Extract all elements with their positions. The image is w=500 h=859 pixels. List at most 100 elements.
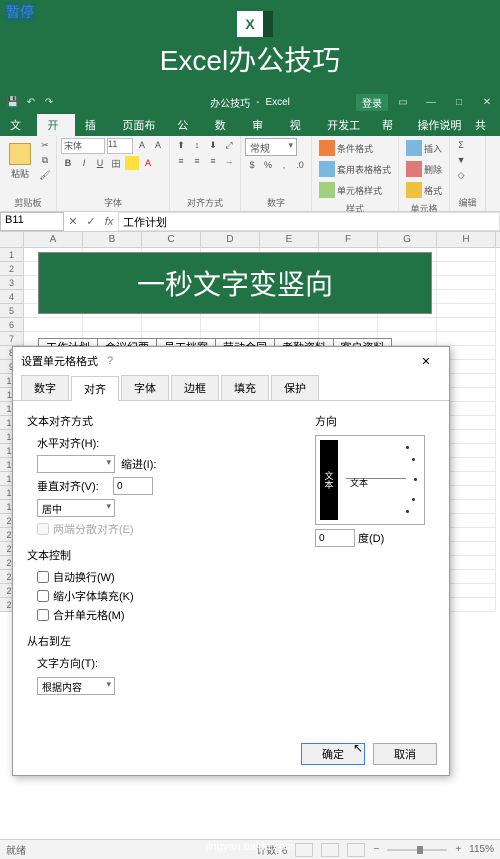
paste-button[interactable]: 粘贴 bbox=[4, 138, 36, 184]
row-header[interactable]: 1 bbox=[0, 248, 24, 262]
col-header[interactable]: B bbox=[83, 232, 142, 247]
col-header[interactable]: G bbox=[378, 232, 437, 247]
dlg-tab-number[interactable]: 数字 bbox=[21, 375, 69, 400]
table-format-button[interactable]: 套用表格格式 bbox=[316, 159, 394, 179]
row-header[interactable]: 6 bbox=[0, 318, 24, 332]
dialog-close-icon[interactable]: ✕ bbox=[411, 355, 441, 368]
col-header[interactable]: D bbox=[201, 232, 260, 247]
orientation-dial[interactable]: 文本 bbox=[344, 440, 420, 520]
number-format-select[interactable]: 常规 bbox=[245, 138, 297, 156]
align-right-icon[interactable]: ≡ bbox=[206, 154, 220, 168]
col-header[interactable]: F bbox=[319, 232, 378, 247]
align-center-icon[interactable]: ≡ bbox=[190, 154, 204, 168]
confirm-edit-icon[interactable]: ✓ bbox=[82, 212, 100, 231]
align-bottom-icon[interactable]: ⬇ bbox=[206, 138, 220, 152]
orientation-control[interactable]: 文本 文本 bbox=[315, 435, 425, 525]
col-header[interactable]: E bbox=[260, 232, 319, 247]
font-size-select[interactable]: 11 bbox=[107, 138, 133, 154]
dialog-titlebar[interactable]: 设置单元格格式 ? ✕ bbox=[13, 347, 449, 375]
align-top-icon[interactable]: ⬆ bbox=[174, 138, 188, 152]
cond-format-button[interactable]: 条件格式 bbox=[316, 138, 376, 158]
insert-cell-button[interactable]: 插入 bbox=[403, 138, 445, 158]
autosum-icon[interactable]: Σ bbox=[454, 138, 468, 152]
format-cell-button[interactable]: 格式 bbox=[403, 180, 445, 200]
close-icon[interactable]: ✕ bbox=[474, 91, 500, 113]
share-button[interactable]: 共享 bbox=[475, 117, 492, 133]
row-header[interactable]: 3 bbox=[0, 276, 24, 290]
border-icon[interactable]: 田 bbox=[109, 156, 123, 170]
tab-layout[interactable]: 页面布局 bbox=[112, 114, 167, 136]
format-painter-icon[interactable]: 🖌 bbox=[38, 168, 52, 182]
tab-file[interactable]: 文件 bbox=[0, 114, 37, 136]
underline-icon[interactable]: U bbox=[93, 156, 107, 170]
row-header[interactable]: 2 bbox=[0, 262, 24, 276]
valign-select[interactable]: 居中 bbox=[37, 499, 115, 517]
merge-cells-checkbox[interactable]: 合并单元格(M) bbox=[37, 607, 295, 623]
tell-me-button[interactable]: 操作说明搜索 bbox=[417, 117, 468, 133]
row-header[interactable]: 5 bbox=[0, 304, 24, 318]
wrap-text-checkbox[interactable]: 自动换行(W) bbox=[37, 569, 295, 585]
shrink-fit-checkbox[interactable]: 缩小字体填充(K) bbox=[37, 588, 295, 604]
indent-input[interactable] bbox=[113, 477, 153, 495]
login-button[interactable]: 登录 bbox=[356, 94, 388, 111]
comma-icon[interactable]: , bbox=[277, 158, 291, 172]
maximize-icon[interactable]: □ bbox=[446, 91, 472, 113]
dlg-tab-protect[interactable]: 保护 bbox=[271, 375, 319, 400]
dlg-tab-align[interactable]: 对齐 bbox=[71, 376, 119, 401]
dialog-help-icon[interactable]: ? bbox=[98, 355, 122, 367]
tab-devtools[interactable]: 开发工具 bbox=[317, 114, 372, 136]
cell-style-button[interactable]: 单元格样式 bbox=[316, 180, 385, 200]
font-color-icon[interactable]: A bbox=[141, 156, 155, 170]
shrink-font-icon[interactable]: A bbox=[151, 138, 165, 152]
select-all-corner[interactable] bbox=[0, 232, 24, 247]
cancel-button[interactable]: 取消 bbox=[373, 743, 437, 765]
col-header[interactable]: C bbox=[142, 232, 201, 247]
tab-help[interactable]: 帮助 bbox=[372, 114, 409, 136]
formula-bar[interactable]: 工作计划 bbox=[118, 212, 500, 231]
tab-view[interactable]: 视图 bbox=[280, 114, 317, 136]
justify-distributed-checkbox[interactable]: 两端分散对齐(E) bbox=[37, 521, 295, 537]
align-middle-icon[interactable]: ↕ bbox=[190, 138, 204, 152]
dlg-tab-border[interactable]: 边框 bbox=[171, 375, 219, 400]
grow-font-icon[interactable]: A bbox=[135, 138, 149, 152]
degrees-input[interactable] bbox=[315, 529, 355, 547]
align-left-icon[interactable]: ≡ bbox=[174, 154, 188, 168]
orientation-icon[interactable]: ⤢ bbox=[222, 138, 236, 152]
indent-icon[interactable]: → bbox=[222, 154, 236, 168]
row-header[interactable]: 4 bbox=[0, 290, 24, 304]
tab-home[interactable]: 开始 bbox=[37, 114, 74, 136]
fill-icon[interactable]: ▼ bbox=[454, 153, 468, 167]
vertical-text-button[interactable]: 文本 bbox=[320, 440, 338, 520]
currency-icon[interactable]: $ bbox=[245, 158, 259, 172]
inc-decimal-icon[interactable]: .0 bbox=[293, 158, 307, 172]
ribbon-options-icon[interactable]: ▭ bbox=[390, 91, 416, 113]
tab-formulas[interactable]: 公式 bbox=[167, 114, 204, 136]
dlg-tab-font[interactable]: 字体 bbox=[121, 375, 169, 400]
tab-data[interactable]: 数据 bbox=[205, 114, 242, 136]
row-header[interactable]: 7 bbox=[0, 332, 24, 346]
halign-select[interactable] bbox=[37, 455, 115, 473]
title-merged-cell[interactable]: 一秒文字变竖向 bbox=[38, 252, 432, 314]
text-dir-select[interactable]: 根据内容 bbox=[37, 677, 115, 695]
cut-icon[interactable]: ✂ bbox=[38, 138, 52, 152]
col-header[interactable]: H bbox=[437, 232, 496, 247]
italic-icon[interactable]: I bbox=[77, 156, 91, 170]
undo-icon[interactable]: ↶ bbox=[24, 95, 38, 109]
clear-icon[interactable]: ◇ bbox=[454, 168, 468, 182]
minimize-icon[interactable]: — bbox=[418, 91, 444, 113]
cancel-edit-icon[interactable]: ✕ bbox=[64, 212, 82, 231]
tab-insert[interactable]: 插入 bbox=[75, 114, 112, 136]
font-name-select[interactable]: 宋体 bbox=[61, 138, 105, 154]
tab-review[interactable]: 审阅 bbox=[242, 114, 279, 136]
save-icon[interactable]: 💾 bbox=[6, 95, 20, 109]
redo-icon[interactable]: ↷ bbox=[42, 95, 56, 109]
bold-icon[interactable]: B bbox=[61, 156, 75, 170]
col-header[interactable]: A bbox=[24, 232, 83, 247]
percent-icon[interactable]: % bbox=[261, 158, 275, 172]
dlg-tab-fill[interactable]: 填充 bbox=[221, 375, 269, 400]
fx-icon[interactable]: fx bbox=[100, 212, 118, 231]
delete-cell-button[interactable]: 删除 bbox=[403, 159, 445, 179]
name-box[interactable]: B11 bbox=[0, 212, 64, 231]
copy-icon[interactable]: ⧉ bbox=[38, 153, 52, 167]
fill-color-icon[interactable] bbox=[125, 156, 139, 170]
